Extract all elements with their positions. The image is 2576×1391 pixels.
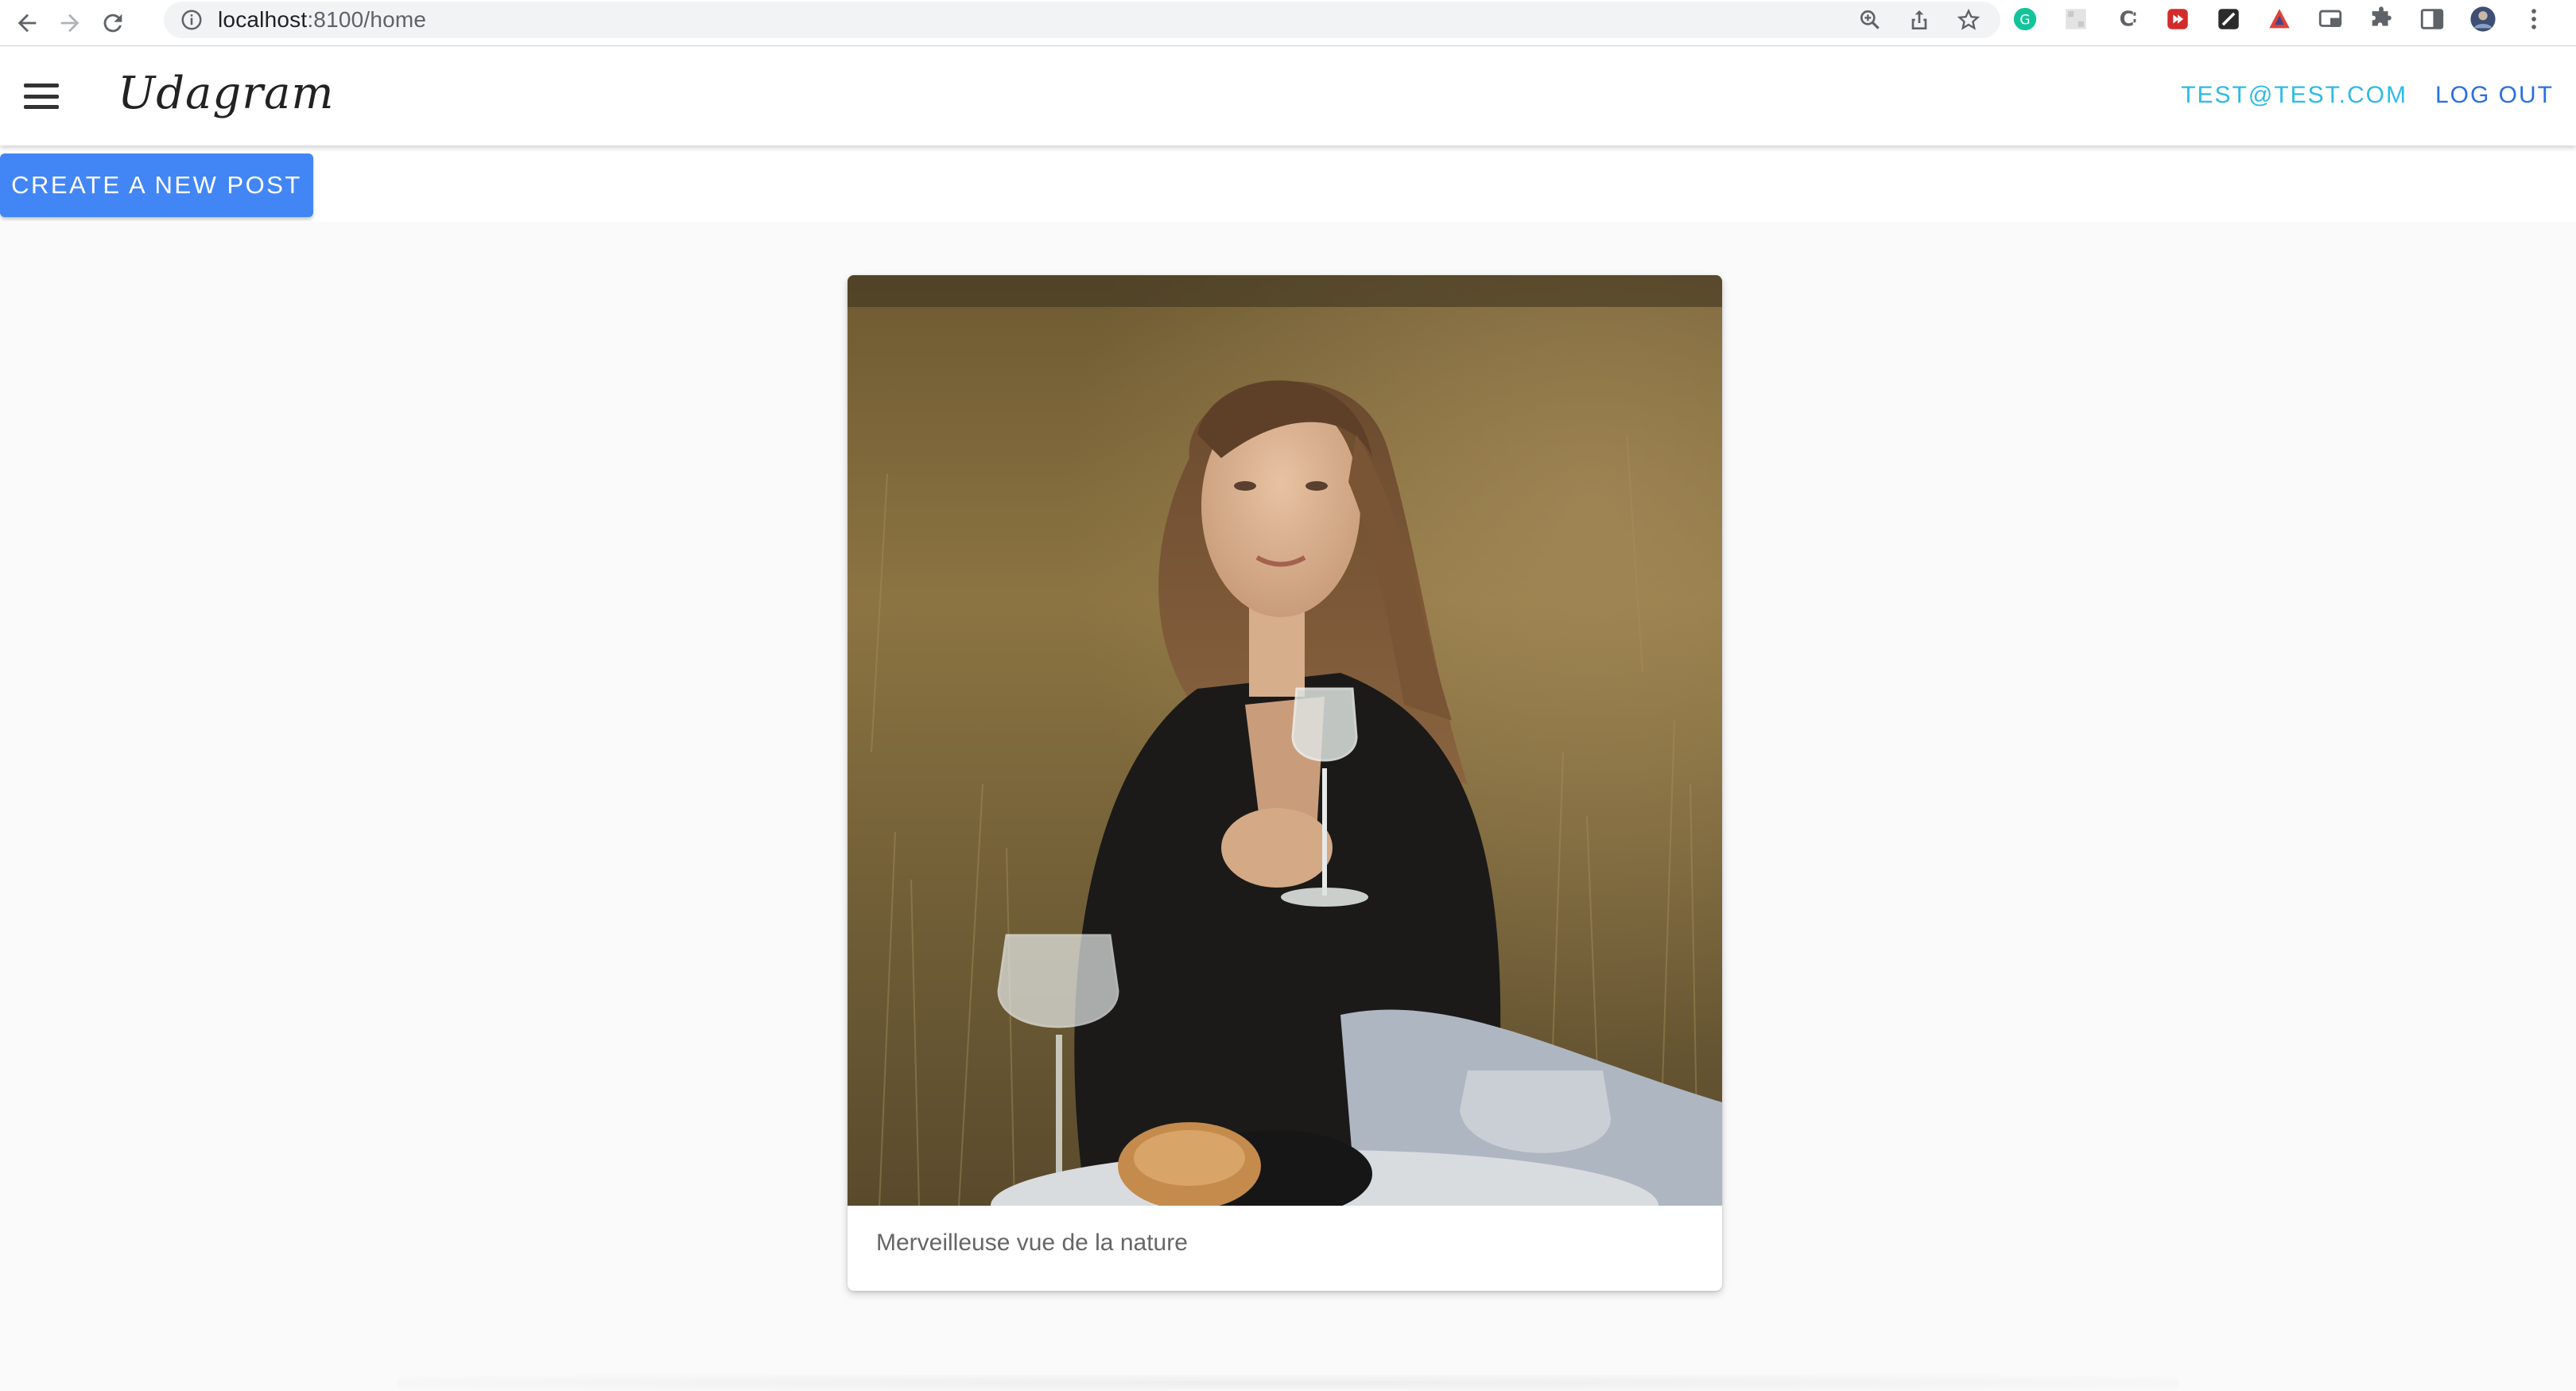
create-post-bar: CREATE A NEW POST (0, 146, 2576, 222)
forward-arrow-icon (60, 14, 80, 32)
url-text[interactable]: localhost:8100/home (218, 7, 426, 33)
kebab-menu-icon (2531, 9, 2536, 29)
puzzle-icon (2372, 6, 2392, 26)
cast-extension[interactable] (2317, 6, 2344, 33)
menu-bar (24, 105, 59, 109)
profile-avatar (2470, 6, 2496, 32)
video-extension[interactable] (2164, 6, 2191, 33)
browser-menu-button[interactable] (2520, 6, 2547, 33)
vpn-extension-icon (2269, 9, 2290, 29)
reload-button[interactable] (97, 7, 129, 39)
post-photo[interactable] (848, 275, 1722, 1206)
forward-button[interactable] (54, 7, 86, 39)
url-path: :8100/home (307, 7, 427, 32)
video-extension-icon (2167, 9, 2188, 29)
app-brand-logo: Udagram (118, 68, 335, 119)
zoom-icon[interactable] (1857, 7, 1883, 33)
app-header: Udagram TEST@TEST.COM LOG OUT (0, 47, 2576, 146)
svg-text:C: C (2120, 8, 2135, 32)
back-button[interactable] (11, 7, 43, 39)
grammarly-extension-icon: G (2013, 7, 2037, 31)
sidepanel-icon (2420, 9, 2444, 29)
dark-extension-icon (2218, 9, 2239, 29)
user-email-link[interactable]: TEST@TEST.COM (2181, 82, 2407, 109)
css-extension-icon: C (2120, 8, 2136, 32)
feed-list: Merveilleuse vue de la nature (0, 222, 2576, 1391)
reload-icon (103, 14, 122, 32)
share-icon[interactable] (1907, 7, 1932, 33)
logout-button[interactable]: LOG OUT (2435, 82, 2554, 109)
address-bar[interactable]: localhost:8100/home (164, 2, 2000, 38)
extensions-tray: G C (2012, 0, 2547, 38)
qr-extension-icon (2066, 9, 2086, 29)
menu-bar (24, 94, 59, 99)
svg-text:G: G (2019, 12, 2030, 28)
browser-toolbar: localhost:8100/home G C (0, 0, 2576, 46)
create-post-button[interactable]: CREATE A NEW POST (0, 153, 313, 217)
url-host: localhost (218, 7, 308, 32)
menu-bar (24, 84, 59, 87)
page-bottom-shadow (398, 1375, 2178, 1391)
post-caption: Merveilleuse vue de la nature (876, 1230, 1188, 1256)
qr-extension[interactable] (2062, 6, 2089, 33)
extensions-button[interactable] (2368, 6, 2395, 33)
vpn-extension[interactable] (2266, 6, 2293, 33)
cast-extension-icon (2318, 10, 2342, 27)
post-card[interactable]: Merveilleuse vue de la nature (848, 275, 1722, 1291)
side-panel-button[interactable] (2419, 6, 2446, 33)
hamburger-menu-icon[interactable] (21, 77, 62, 115)
css-extension[interactable]: C (2113, 6, 2140, 33)
address-bar-actions (1857, 2, 1981, 38)
back-arrow-icon (17, 14, 37, 32)
profile-button[interactable] (2469, 6, 2496, 33)
grammarly-extension[interactable]: G (2012, 6, 2039, 33)
info-icon[interactable] (180, 8, 204, 32)
star-icon[interactable] (1956, 7, 1981, 33)
dark-extension[interactable] (2215, 6, 2242, 33)
